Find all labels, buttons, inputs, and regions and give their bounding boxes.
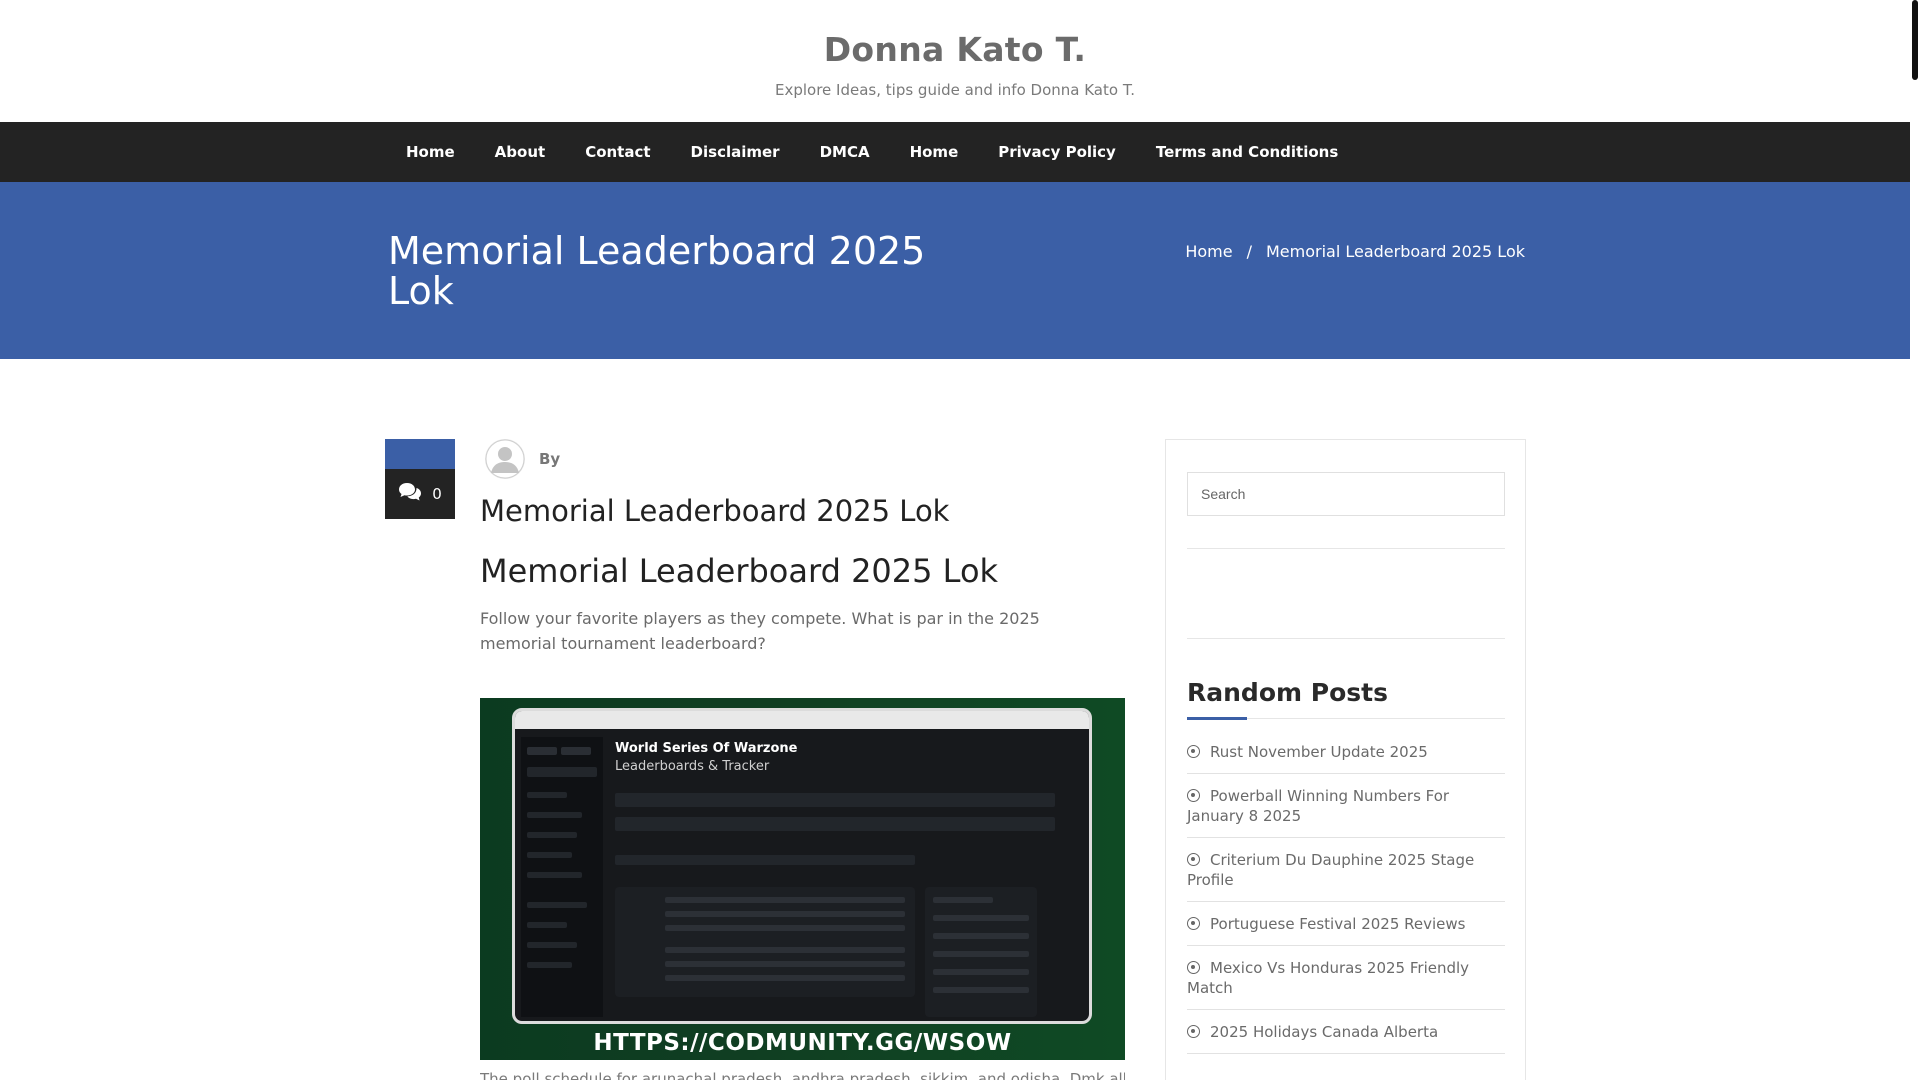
random-posts-title: Random Posts bbox=[1187, 678, 1388, 707]
main-nav: Home About Contact Disclaimer DMCA Home … bbox=[0, 122, 1910, 182]
nav-item-about[interactable]: About bbox=[475, 143, 566, 161]
random-post-title: Rust November Update 2025 bbox=[1210, 743, 1428, 761]
post-subtitle: Memorial Leaderboard 2025 Lok bbox=[480, 552, 999, 590]
image-top-players bbox=[925, 887, 1037, 1017]
dot-circle-icon bbox=[1187, 961, 1200, 974]
random-post-link[interactable]: Criterium Du Dauphine 2025 Stage Profile bbox=[1187, 838, 1505, 902]
breadcrumb-home-link[interactable]: Home bbox=[1185, 242, 1232, 261]
comment-count-box[interactable]: 0 bbox=[385, 469, 455, 519]
image-heading: World Series Of Warzone bbox=[615, 741, 798, 756]
random-post-title: Powerball Winning Numbers For January 8 … bbox=[1187, 787, 1450, 825]
image-scoreboard: 1 bbox=[615, 887, 915, 997]
image-url-caption: HTTPS://CODMUNITY.GG/WSOW bbox=[593, 1030, 1012, 1056]
random-post-title: Criterium Du Dauphine 2025 Stage Profile bbox=[1187, 851, 1475, 889]
random-posts-list: Rust November Update 2025 Powerball Winn… bbox=[1187, 730, 1505, 1054]
post-title: Memorial Leaderboard 2025 Lok bbox=[480, 494, 950, 528]
sidebar: Random Posts Rust November Update 2025 P… bbox=[1165, 439, 1526, 1080]
site-header: Donna Kato T. Explore Ideas, tips guide … bbox=[0, 0, 1910, 122]
image-browser-bar bbox=[515, 711, 1089, 729]
dot-circle-icon bbox=[1187, 853, 1200, 866]
nav-item-contact[interactable]: Contact bbox=[565, 143, 670, 161]
nav-item-terms[interactable]: Terms and Conditions bbox=[1136, 143, 1358, 161]
dot-circle-icon bbox=[1187, 917, 1200, 930]
image-main-panel: World Series Of Warzone Leaderboards & T… bbox=[615, 737, 1085, 1017]
post-date-box bbox=[385, 439, 455, 469]
divider bbox=[1187, 638, 1505, 639]
image-laptop-screen: World Series Of Warzone Leaderboards & T… bbox=[512, 708, 1092, 1024]
user-silhouette-icon bbox=[485, 439, 525, 479]
post-intro: Follow your favorite players as they com… bbox=[480, 609, 1040, 653]
scrollbar-thumb[interactable] bbox=[1912, 0, 1918, 80]
widget-title-accent bbox=[1187, 717, 1247, 720]
breadcrumb-current: Memorial Leaderboard 2025 Lok bbox=[1265, 242, 1525, 261]
random-post-title: Mexico Vs Honduras 2025 Friendly Match bbox=[1187, 959, 1470, 997]
random-post-link[interactable]: Rust November Update 2025 bbox=[1187, 730, 1505, 774]
post-author: By bbox=[485, 439, 560, 479]
dot-circle-icon bbox=[1187, 1025, 1200, 1038]
random-post-title: Portuguese Festival 2025 Reviews bbox=[1210, 915, 1466, 933]
comments-icon bbox=[398, 482, 422, 506]
nav-item-home-2[interactable]: Home bbox=[890, 143, 979, 161]
breadcrumb-separator: / bbox=[1246, 242, 1252, 261]
comment-count: 0 bbox=[432, 485, 442, 503]
page-banner: Memorial Leaderboard 2025 Lok Home / Memor… bbox=[0, 182, 1910, 359]
random-post-title: 2025 Holidays Canada Alberta bbox=[1210, 1023, 1439, 1041]
post-body-text: The poll schedule for arunachal pradesh,… bbox=[480, 1070, 1125, 1080]
divider bbox=[1187, 548, 1505, 549]
nav-item-disclaimer[interactable]: Disclaimer bbox=[671, 143, 800, 161]
breadcrumb: Home / Memorial Leaderboard 2025 Lok bbox=[1185, 242, 1525, 261]
site-tagline: Explore Ideas, tips guide and info Donna… bbox=[775, 81, 1135, 99]
search-input[interactable] bbox=[1187, 472, 1505, 516]
random-post-link[interactable]: Powerball Winning Numbers For January 8 … bbox=[1187, 774, 1505, 838]
avatar[interactable] bbox=[485, 439, 525, 479]
site-title[interactable]: Donna Kato T. bbox=[0, 30, 1910, 69]
page-title: Memorial Leaderboard 2025 Lok bbox=[388, 229, 926, 313]
random-post-link[interactable]: 2025 Holidays Canada Alberta bbox=[1187, 1010, 1505, 1054]
nav-item-dmca[interactable]: DMCA bbox=[800, 143, 890, 161]
random-post-link[interactable]: Portuguese Festival 2025 Reviews bbox=[1187, 902, 1505, 946]
featured-image[interactable]: World Series Of Warzone Leaderboards & T… bbox=[480, 698, 1125, 1060]
nav-item-home[interactable]: Home bbox=[386, 143, 475, 161]
author-by-label: By bbox=[539, 450, 561, 468]
random-post-link[interactable]: Mexico Vs Honduras 2025 Friendly Match bbox=[1187, 946, 1505, 1010]
dot-circle-icon bbox=[1187, 745, 1200, 758]
image-subheading: Leaderboards & Tracker bbox=[615, 759, 770, 774]
scrollbar[interactable] bbox=[1910, 0, 1920, 1080]
image-sidebar bbox=[521, 737, 603, 1017]
dot-circle-icon bbox=[1187, 789, 1200, 802]
nav-item-privacy-policy[interactable]: Privacy Policy bbox=[978, 143, 1136, 161]
